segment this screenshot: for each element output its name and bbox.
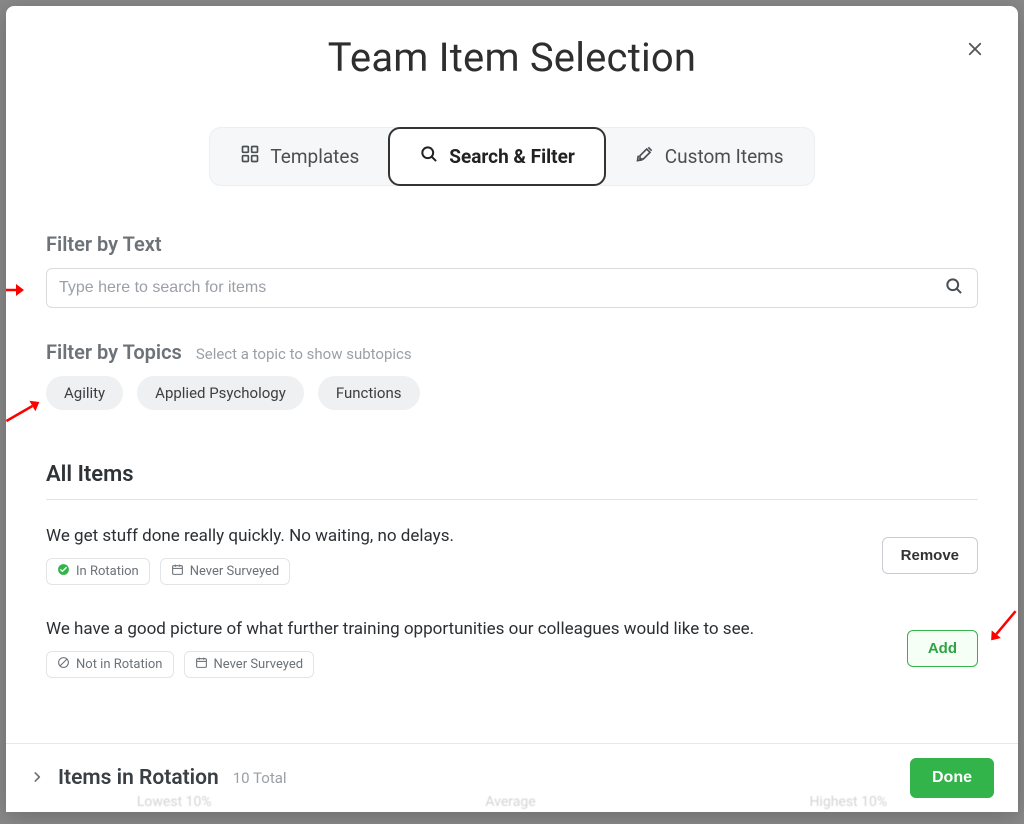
modal-header: Team Item Selection: [6, 6, 1018, 91]
tag-label: Not in Rotation: [76, 657, 163, 672]
annotation-arrow: [6, 391, 46, 434]
topic-chips: Agility Applied Psychology Functions: [46, 376, 978, 410]
filter-by-text-label: Filter by Text: [46, 232, 978, 256]
rotation-tag: In Rotation: [46, 558, 150, 585]
annotation-arrow: [6, 277, 24, 303]
done-button[interactable]: Done: [910, 758, 994, 798]
tab-custom-items[interactable]: Custom Items: [605, 128, 814, 185]
all-items-heading: All Items: [46, 462, 978, 500]
topic-chip[interactable]: Functions: [318, 376, 420, 410]
rotation-label: Items in Rotation: [58, 766, 219, 790]
search-row: [46, 268, 978, 308]
content-scroll[interactable]: Filter by Text Filter by Topics Select a…: [6, 214, 1018, 743]
tag-label: Never Surveyed: [214, 657, 304, 672]
calendar-icon: [171, 563, 184, 580]
check-circle-icon: [57, 563, 70, 580]
tab-templates[interactable]: Templates: [210, 128, 389, 185]
calendar-icon: [195, 656, 208, 673]
item-row: We have a good picture of what further t…: [46, 609, 978, 702]
filter-by-topics-label: Filter by Topics Select a topic to show …: [46, 340, 978, 364]
close-icon: [966, 46, 984, 61]
topic-chip[interactable]: Applied Psychology: [137, 376, 304, 410]
rotation-count: 10 Total: [233, 769, 287, 787]
tab-label: Custom Items: [665, 145, 784, 168]
tab-label: Search & Filter: [449, 145, 575, 168]
filter-topics-sub: Select a topic to show subtopics: [196, 345, 412, 363]
modal-footer: Items in Rotation 10 Total Done: [6, 743, 1018, 812]
rotation-tag: Not in Rotation: [46, 651, 174, 678]
search-icon: [419, 144, 439, 169]
close-button[interactable]: [962, 36, 988, 65]
filter-topics-title: Filter by Topics: [46, 340, 182, 364]
survey-tag: Never Surveyed: [160, 558, 291, 585]
item-text: We get stuff done really quickly. No wai…: [46, 526, 862, 546]
search-input[interactable]: [46, 268, 978, 308]
grid-icon: [240, 144, 260, 169]
item-text: We have a good picture of what further t…: [46, 619, 887, 639]
tab-label: Templates: [270, 145, 359, 168]
ban-icon: [57, 656, 70, 673]
items-in-rotation-toggle[interactable]: Items in Rotation 10 Total: [30, 766, 287, 790]
tab-search-filter[interactable]: Search & Filter: [388, 127, 606, 186]
survey-tag: Never Surveyed: [184, 651, 315, 678]
tools-icon: [635, 144, 655, 169]
chevron-right-icon: [30, 766, 44, 790]
topic-chip[interactable]: Agility: [46, 376, 123, 410]
page-title: Team Item Selection: [46, 34, 978, 81]
tag-label: Never Surveyed: [190, 564, 280, 579]
annotation-arrow: [981, 601, 1018, 648]
search-icon: [944, 276, 964, 300]
remove-button[interactable]: Remove: [882, 537, 978, 574]
modal: Team Item Selection Templates Search & F…: [6, 6, 1018, 812]
tag-label: In Rotation: [76, 564, 139, 579]
tab-bar: Templates Search & Filter Custom Items: [6, 91, 1018, 214]
add-button[interactable]: Add: [907, 630, 978, 667]
item-row: We get stuff done really quickly. No wai…: [46, 516, 978, 609]
